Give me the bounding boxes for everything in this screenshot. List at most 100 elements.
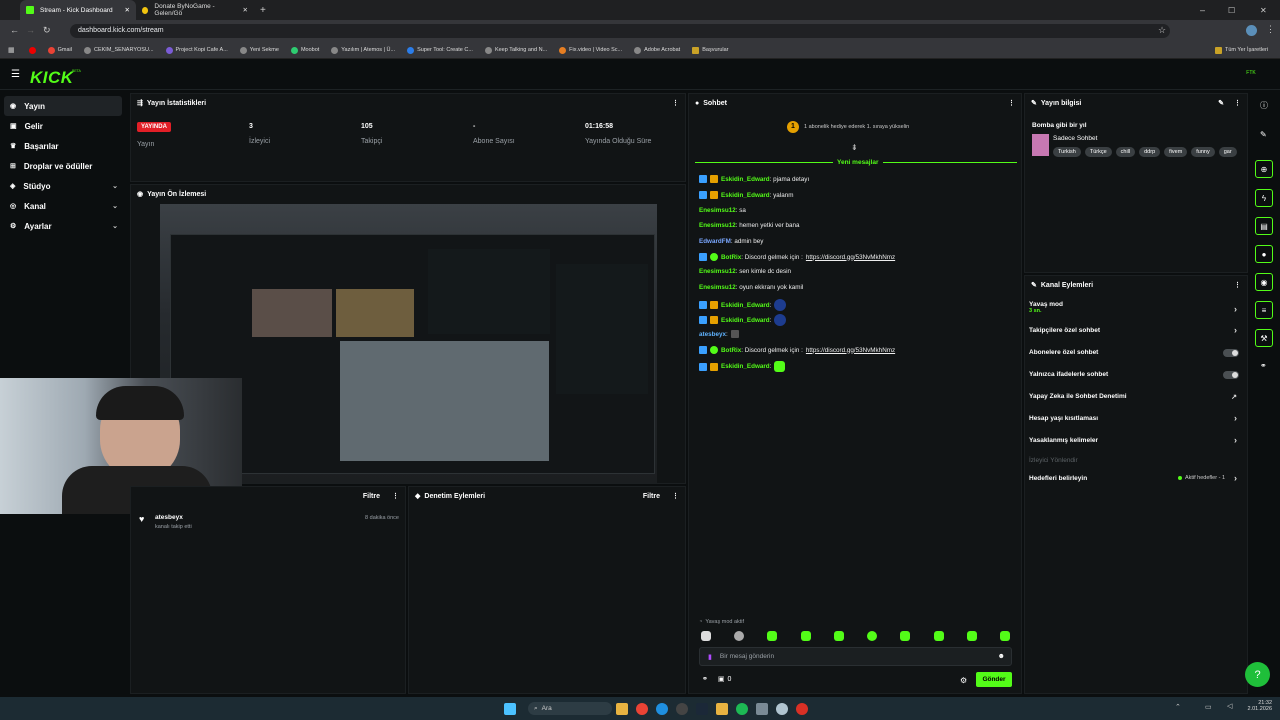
rail-button-chat[interactable]: ● [1255,245,1273,263]
subs-chat-toggle[interactable] [1223,349,1239,357]
chat-message[interactable]: Enesimsu12: hemen yetki ver bana [699,222,799,229]
sidebar-item-studyo[interactable]: ◈ Stüdyo ⌄ [0,176,128,196]
chat-username[interactable]: Eskidin_Edward [721,317,770,324]
emote-icon[interactable] [1000,631,1010,641]
rail-button-list[interactable]: ≡ [1255,301,1273,319]
tag-chip[interactable]: ddrp [1139,147,1161,157]
bookmark-item[interactable]: Project Kopi Cafe A... [165,46,228,54]
bookmark-item[interactable]: Başvurular [692,46,729,54]
more-icon[interactable]: ⋮ [672,492,679,500]
emote-icon[interactable] [867,631,877,641]
followers-chat-row[interactable]: Takipçilere özel sohbet › [1029,325,1241,335]
users-icon[interactable]: ⚭ [702,675,708,683]
chat-message[interactable]: Eskidin_Edward: [699,361,786,372]
sidebar-item-basarilar[interactable]: ♛ Başarılar [0,136,128,156]
rail-button-bolt[interactable]: ϟ [1255,189,1273,207]
tag-chip[interactable]: Turkish [1053,147,1081,157]
emotes-chat-row[interactable]: Yalnızca ifadelerle sohbet [1029,371,1241,379]
edit-icon[interactable]: ✎ [1218,99,1224,107]
window-close-icon[interactable]: ✕ [1260,6,1267,15]
chat-username[interactable]: Enesimsu12 [699,284,736,291]
obs-icon[interactable] [676,702,688,715]
user-avatar[interactable]: FTK [1244,70,1258,79]
rail-button-tool[interactable]: ⚒ [1255,329,1273,347]
sidebar-item-yayin[interactable]: ◉ Yayın [4,96,122,116]
emote-icon[interactable] [801,631,811,641]
reload-icon[interactable]: ↻ [43,25,51,36]
tag-chip[interactable]: chill [1115,147,1136,157]
more-icon[interactable]: ⋮ [392,492,399,500]
chat-message[interactable]: Enesimsu12: oyun ekkranı yok kamil [699,284,803,291]
chat-username[interactable]: Eskidin_Edward [721,176,770,183]
hamburger-menu-icon[interactable]: ☰ [11,69,20,80]
more-icon[interactable]: ⋮ [1234,99,1241,107]
account-age-row[interactable]: Hesap yaşı kısıtlaması › [1029,413,1241,423]
new-tab-icon[interactable]: + [260,5,266,16]
chat-message[interactable]: atesbeyx: [699,330,739,338]
activity-user[interactable]: atesbeyx [155,514,183,521]
spotify-icon[interactable] [736,702,748,715]
emoji-icon[interactable]: ☻ [998,653,1005,660]
mic-icon[interactable]: ▮ [708,653,712,661]
chat-username[interactable]: Eskidin_Edward [721,363,770,370]
bookmark-item[interactable]: Yeni Sekme [239,46,279,54]
bookmark-item[interactable]: Fix.video | Video Sc... [559,46,622,54]
emote-icon[interactable] [834,631,844,641]
chat-username[interactable]: BotRix [721,347,741,354]
star-icon[interactable]: ☆ [1158,25,1166,36]
rail-button-doc[interactable]: ▤ [1255,217,1273,235]
edge-icon[interactable] [656,702,668,715]
bookmark-item[interactable]: Adobe Acrobat [634,46,680,54]
close-icon[interactable]: ✕ [243,6,248,14]
chat-settings-icon[interactable]: ⚙ [960,676,967,685]
emote-icon[interactable] [734,631,744,641]
chat-username[interactable]: Enesimsu12 [699,207,736,214]
pinned-leaderboard[interactable]: 1 1 abonelik hediye ederek 1. sıraya yük… [787,121,909,133]
chevron-up-icon[interactable]: ⌃ [1175,703,1181,711]
chat-input[interactable]: ▮ Bir mesaj gönderin ☻ [699,647,1012,666]
profile-avatar-icon[interactable] [1246,25,1257,36]
bookmark-item[interactable]: Gmail [47,46,72,54]
users-icon[interactable]: ⚭ [1260,361,1267,370]
volume-icon[interactable]: ◁ [1227,702,1232,710]
close-icon[interactable]: ✕ [125,6,130,14]
chat-message[interactable]: Enesimsu12: sen kimle dc desin [699,268,791,275]
more-icon[interactable]: ⋮ [672,99,679,107]
bookmark-item[interactable]: Moobot [290,46,319,54]
apps-icon[interactable]: ▦ [8,46,15,54]
back-icon[interactable]: ← [10,25,19,35]
chat-message[interactable]: EdwardFM: admin bey [699,238,763,245]
tag-chip[interactable]: Türkçe [1084,147,1112,157]
browser-tab[interactable]: Donate ByNoGame - Gelen/Gö ✕ [136,0,254,20]
tag-chip[interactable]: fivem [1164,147,1188,157]
bookmark-item[interactable] [28,46,36,54]
settings-icon[interactable] [756,702,768,715]
network-icon[interactable]: ▭ [1205,703,1212,711]
menu-icon[interactable]: ⋮ [1266,24,1275,35]
more-icon[interactable]: ⋮ [1234,281,1241,289]
sidebar-item-kanal[interactable]: ◎ Kanal ⌄ [0,196,128,216]
collapse-icon[interactable]: ⇟ [851,143,858,152]
tag-chip[interactable]: gar [1218,147,1237,157]
filter-button[interactable]: Filtre [643,493,660,500]
ai-moderation-row[interactable]: Yapay Zeka ile Sohbet Denetimi ↗ [1029,393,1241,401]
browser-tab-active[interactable]: Stream - Kick Dashboard ✕ [20,0,136,20]
slow-mode-row[interactable]: Yavaş mod 3 sn. › [1029,301,1241,319]
chat-message[interactable]: BotRix: Discord gelmek için : https://di… [699,346,895,354]
pencil-icon[interactable]: ✎ [1260,130,1267,139]
file-explorer-icon[interactable] [616,702,628,715]
chat-username[interactable]: Enesimsu12 [699,268,736,275]
emotes-chat-toggle[interactable] [1223,371,1239,379]
forward-icon[interactable]: → [26,25,35,35]
subs-chat-row[interactable]: Abonelere özel sohbet [1029,349,1241,357]
tag-chip[interactable]: funny [1191,147,1215,157]
chat-username[interactable]: Eskidin_Edward [721,192,770,199]
windows-start-icon[interactable] [504,702,516,715]
taskbar-clock[interactable]: 21:32 2.01.2026 [1248,700,1272,712]
chat-username[interactable]: atesbeyx [699,331,726,338]
minimize-icon[interactable]: – [1200,5,1205,15]
record-icon[interactable] [796,702,808,715]
steam-icon[interactable] [696,702,708,715]
send-button[interactable]: Gönder [976,672,1012,687]
chat-message[interactable]: Enesimsu12: sa [699,207,746,214]
